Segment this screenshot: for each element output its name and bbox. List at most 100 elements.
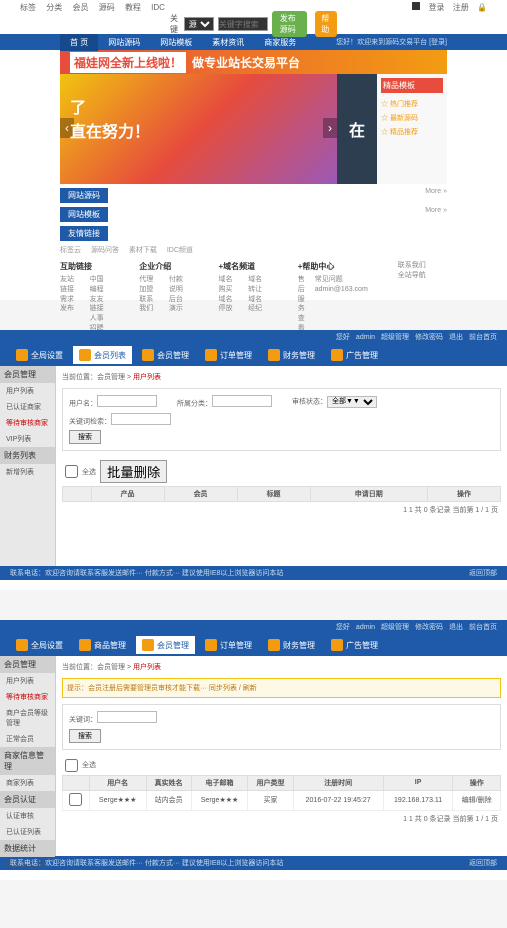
keyword-input[interactable] [97, 711, 157, 723]
nav-tab-orders[interactable]: 订单管理 [199, 636, 258, 654]
td-actions[interactable]: 编辑/删除 [453, 790, 501, 810]
status-select[interactable]: 全部▼▼ [327, 396, 377, 408]
nav-tab-memberlist[interactable]: 会员列表 [73, 346, 132, 364]
nav-item[interactable]: 网站源码 [98, 37, 150, 48]
nav-home[interactable]: 首 页 [60, 34, 98, 51]
small-tab[interactable]: 素材下载 [129, 247, 157, 254]
sidebar-item[interactable]: 商户会员等级管理 [0, 705, 55, 731]
footer-link[interactable]: 友站链接 [60, 275, 80, 295]
section-tab[interactable]: 友情链接 [60, 226, 108, 241]
logout-link[interactable]: 退出 [449, 332, 463, 342]
change-password-link[interactable]: 修改密码 [415, 622, 443, 632]
footer-link[interactable]: 友友链接 [90, 295, 110, 315]
topbar-item[interactable]: 会员 [72, 3, 88, 12]
register-link[interactable]: 注册 [453, 3, 469, 12]
logout-link[interactable]: 退出 [449, 622, 463, 632]
footer-link[interactable]: 全站导航 [398, 271, 447, 281]
bulk-delete-button[interactable]: 批量删除 [100, 460, 167, 483]
section-tab[interactable]: 网站模板 [60, 207, 108, 222]
search-button[interactable]: 搜索 [69, 430, 101, 444]
footer-link[interactable]: 后台演示 [169, 295, 189, 315]
select-all-checkbox[interactable] [65, 759, 78, 772]
nav-tab-ads[interactable]: 广告管理 [325, 636, 384, 654]
nav-tab-products[interactable]: 商品管理 [73, 636, 132, 654]
main-content: 当前位置：会员管理 > 用户列表 提示：会员注册后需要管理员审核才能下载··· … [56, 656, 507, 856]
footer-link[interactable]: 域名转让 [248, 275, 268, 295]
topbar-item[interactable]: 源码 [99, 3, 115, 12]
nav-tab-orders[interactable]: 订单管理 [199, 346, 258, 364]
small-tab[interactable]: 标签云 [60, 247, 81, 254]
nav-item[interactable]: 素材资讯 [202, 37, 254, 48]
topbar-item[interactable]: 标签 [20, 3, 36, 12]
footer-link[interactable]: 常见问题 [315, 275, 368, 285]
footer-link[interactable]: 中国编程 [90, 275, 110, 295]
hero-banner: 福娃网全新上线啦！ 做专业站长交易平台 [60, 50, 447, 74]
footer-link[interactable]: admin@163.com [315, 285, 368, 295]
footer-link[interactable]: 域名经纪 [248, 295, 268, 315]
back-to-top[interactable]: 返回顶部 [469, 568, 497, 578]
nav-tab-global[interactable]: 全局设置 [10, 346, 69, 364]
change-password-link[interactable]: 修改密码 [415, 332, 443, 342]
footer-link[interactable]: 售后服务 [298, 275, 305, 314]
search-category[interactable]: 源码 [184, 17, 214, 31]
sidebar-item[interactable]: 新增列表 [0, 464, 55, 480]
topbar-item[interactable]: 教程 [125, 3, 141, 12]
footer-link[interactable]: 联系我们 [398, 261, 447, 271]
footer-link[interactable]: 域名停放 [219, 295, 239, 315]
help-button[interactable]: 帮助 [315, 11, 337, 37]
topbar-item[interactable]: 分类 [46, 3, 62, 12]
footer-link[interactable]: 联系我们 [139, 295, 159, 315]
section-bar: 网站源码 More » [60, 188, 447, 203]
keyword-input[interactable] [111, 413, 171, 425]
side-list-item[interactable]: ☆ 热门推荐 [381, 97, 443, 111]
sidebar-item[interactable]: 已认证商家 [0, 399, 55, 415]
row-checkbox[interactable] [69, 793, 82, 806]
data-table: 产品 会员 标题 申请日期 操作 [62, 486, 501, 502]
sidebar-item[interactable]: 用户列表 [0, 673, 55, 689]
side-list-item[interactable]: ☆ 最新源码 [381, 111, 443, 125]
nav-tab-members[interactable]: 会员管理 [136, 346, 195, 364]
small-tab[interactable]: 源码问答 [91, 247, 119, 254]
nav-tab-ads[interactable]: 广告管理 [325, 346, 384, 364]
search-input[interactable] [218, 17, 268, 31]
login-link[interactable]: 登录 [429, 3, 445, 12]
small-tab[interactable]: IDC频道 [167, 247, 193, 254]
sidebar-item[interactable]: 正常会员 [0, 731, 55, 747]
section-tab[interactable]: 网站源码 [60, 188, 108, 203]
publish-button[interactable]: 发布源码 [272, 11, 308, 37]
side-list-item[interactable]: ☆ 精品推荐 [381, 125, 443, 139]
more-link[interactable]: More » [425, 207, 447, 222]
frontpage-link[interactable]: 前台首页 [469, 332, 497, 342]
nav-item[interactable]: 商家服务 [254, 37, 306, 48]
nav-tab-global[interactable]: 全局设置 [10, 636, 69, 654]
sidebar-item[interactable]: VIP列表 [0, 431, 55, 447]
nav-tab-finance[interactable]: 财务管理 [262, 346, 321, 364]
footer-link[interactable]: 域名购买 [219, 275, 239, 295]
sidebar-item[interactable]: 已认证列表 [0, 824, 55, 840]
hero-slider[interactable]: ‹ 了直在努力！ › [60, 74, 337, 184]
username-input[interactable] [97, 395, 157, 407]
select-all-checkbox[interactable] [65, 465, 78, 478]
back-to-top[interactable]: 返回顶部 [469, 858, 497, 868]
nav-tab-members[interactable]: 会员管理 [136, 636, 195, 654]
pagination[interactable]: 1 1 共 0 条记录 当前第 1 / 1 页 [62, 502, 501, 518]
category-input[interactable] [212, 395, 272, 407]
next-arrow-icon[interactable]: › [323, 118, 337, 138]
pagination[interactable]: 1 1 共 0 条记录 当前第 1 / 1 页 [62, 811, 501, 827]
td-username[interactable]: Serge★★★ [89, 790, 146, 810]
sidebar-item[interactable]: 用户列表 [0, 383, 55, 399]
search-button[interactable]: 搜索 [69, 729, 101, 743]
sidebar-item[interactable]: 商家列表 [0, 775, 55, 791]
more-link[interactable]: More » [425, 188, 447, 203]
frontpage-link[interactable]: 前台首页 [469, 622, 497, 632]
footer-link[interactable]: 付款说明 [169, 275, 189, 295]
sidebar-item[interactable]: 认证审核 [0, 808, 55, 824]
td-checkbox[interactable] [63, 790, 90, 810]
nav-item[interactable]: 网站模板 [150, 37, 202, 48]
footer-link[interactable]: 代理加盟 [139, 275, 159, 295]
footer-link[interactable]: 需求发布 [60, 295, 80, 315]
nav-tab-finance[interactable]: 财务管理 [262, 636, 321, 654]
sidebar-item-pending[interactable]: 等待审核商家 [0, 415, 55, 431]
sidebar-item[interactable]: 等待审核商家 [0, 689, 55, 705]
topbar-item[interactable]: IDC [151, 3, 165, 12]
